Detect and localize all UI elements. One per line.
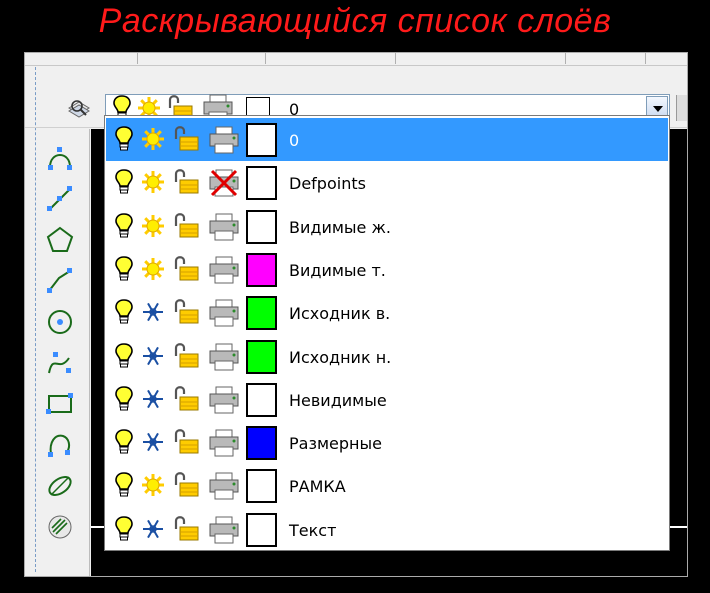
layer-state-icon[interactable] bbox=[67, 97, 91, 119]
padlock-unlocked-icon[interactable] bbox=[170, 426, 200, 456]
padlock-unlocked-icon[interactable] bbox=[170, 210, 200, 240]
layer-name: РАМКА bbox=[289, 477, 346, 497]
layer-name: Исходник н. bbox=[289, 347, 392, 367]
arc-icon[interactable] bbox=[45, 143, 75, 173]
toolbar-overflow bbox=[676, 95, 687, 121]
hatch-icon[interactable] bbox=[45, 512, 75, 542]
padlock-unlocked-icon[interactable] bbox=[170, 469, 200, 499]
rectangle-icon[interactable] bbox=[45, 389, 75, 419]
sun-thawed-icon[interactable] bbox=[140, 212, 166, 240]
padlock-unlocked-icon[interactable] bbox=[170, 123, 200, 153]
snowflake-frozen-icon[interactable] bbox=[140, 428, 166, 456]
polygon-icon[interactable] bbox=[45, 225, 75, 255]
ellipse-icon[interactable] bbox=[45, 471, 75, 501]
page-title: Раскрывающийся список слоёв bbox=[98, 2, 612, 40]
sun-thawed-icon[interactable] bbox=[140, 471, 166, 499]
layer-color-swatch[interactable] bbox=[246, 252, 277, 287]
lightbulb-on-icon[interactable] bbox=[112, 167, 136, 197]
printer-icon[interactable] bbox=[208, 384, 240, 416]
padlock-unlocked-icon[interactable] bbox=[170, 340, 200, 370]
dock-separator bbox=[35, 67, 36, 572]
padlock-unlocked-icon[interactable] bbox=[170, 513, 200, 543]
lightbulb-on-icon[interactable] bbox=[112, 470, 136, 500]
layer-color-swatch[interactable] bbox=[246, 339, 277, 374]
layer-row[interactable]: Невидимые bbox=[106, 378, 668, 421]
layer-color-swatch[interactable] bbox=[246, 209, 277, 244]
snowflake-frozen-icon[interactable] bbox=[140, 385, 166, 413]
layer-row[interactable]: Видимые ж. bbox=[106, 205, 668, 248]
padlock-unlocked-icon[interactable] bbox=[170, 383, 200, 413]
layer-name: Невидимые bbox=[289, 390, 387, 410]
layer-color-swatch[interactable] bbox=[246, 469, 277, 504]
layer-row[interactable]: РАМКА bbox=[106, 464, 668, 507]
printer-icon[interactable] bbox=[208, 297, 240, 329]
layer-color-swatch[interactable] bbox=[246, 296, 277, 331]
padlock-unlocked-icon[interactable] bbox=[170, 166, 200, 196]
polyline-icon[interactable] bbox=[45, 266, 75, 296]
layer-row[interactable]: Исходник н. bbox=[106, 335, 668, 378]
layer-name: Defpoints bbox=[289, 174, 366, 194]
lightbulb-on-icon[interactable] bbox=[112, 297, 136, 327]
circle-icon[interactable] bbox=[45, 307, 75, 337]
arc-3point-icon[interactable] bbox=[45, 430, 75, 460]
layer-name: Видимые ж. bbox=[289, 217, 391, 237]
lightbulb-on-icon[interactable] bbox=[112, 514, 136, 544]
printer-icon[interactable] bbox=[208, 211, 240, 243]
line-icon[interactable] bbox=[45, 184, 75, 214]
printer-icon[interactable] bbox=[208, 514, 240, 546]
lightbulb-on-icon[interactable] bbox=[112, 384, 136, 414]
snowflake-frozen-icon[interactable] bbox=[140, 298, 166, 326]
layer-row[interactable]: Видимые т. bbox=[106, 248, 668, 291]
snowflake-frozen-icon[interactable] bbox=[140, 515, 166, 543]
layer-row[interactable]: 0 bbox=[106, 118, 668, 161]
sun-thawed-icon[interactable] bbox=[140, 125, 166, 153]
padlock-unlocked-icon[interactable] bbox=[170, 253, 200, 283]
layer-color-swatch[interactable] bbox=[246, 512, 277, 547]
layer-dropdown-list: 0 Defpoints Видимые ж. Видимые т. Исходник в… bbox=[104, 115, 670, 551]
layer-name: Видимые т. bbox=[289, 260, 386, 280]
snowflake-frozen-icon[interactable] bbox=[140, 342, 166, 370]
layer-name: Исходник в. bbox=[289, 304, 391, 324]
layer-name: Размерные bbox=[289, 434, 382, 454]
printer-icon[interactable] bbox=[208, 427, 240, 459]
spline-icon[interactable] bbox=[45, 348, 75, 378]
layer-name: Текст bbox=[289, 520, 337, 540]
layer-color-swatch[interactable] bbox=[246, 123, 277, 157]
lightbulb-on-icon[interactable] bbox=[112, 254, 136, 284]
layer-color-swatch[interactable] bbox=[246, 166, 277, 201]
lightbulb-on-icon[interactable] bbox=[112, 124, 136, 154]
layer-color-swatch[interactable] bbox=[246, 426, 277, 461]
layer-row[interactable]: Размерные bbox=[106, 421, 668, 464]
layer-row[interactable]: Текст bbox=[106, 508, 668, 551]
printer-icon[interactable] bbox=[208, 254, 240, 286]
lightbulb-on-icon[interactable] bbox=[112, 341, 136, 371]
sun-thawed-icon[interactable] bbox=[140, 255, 166, 283]
printer-no-plot-icon[interactable] bbox=[208, 167, 240, 199]
lightbulb-on-icon[interactable] bbox=[112, 211, 136, 241]
printer-icon[interactable] bbox=[208, 124, 240, 156]
layer-name: 0 bbox=[289, 131, 300, 150]
top-ruler bbox=[25, 53, 687, 66]
padlock-unlocked-icon[interactable] bbox=[170, 296, 200, 326]
layer-row[interactable]: Defpoints bbox=[106, 161, 668, 204]
lightbulb-on-icon[interactable] bbox=[112, 427, 136, 457]
printer-icon[interactable] bbox=[208, 341, 240, 373]
layer-color-swatch[interactable] bbox=[246, 382, 277, 417]
sun-thawed-icon[interactable] bbox=[140, 168, 166, 196]
layer-row[interactable]: Исходник в. bbox=[106, 291, 668, 334]
printer-icon[interactable] bbox=[208, 470, 240, 502]
draw-toolbar bbox=[37, 129, 90, 576]
